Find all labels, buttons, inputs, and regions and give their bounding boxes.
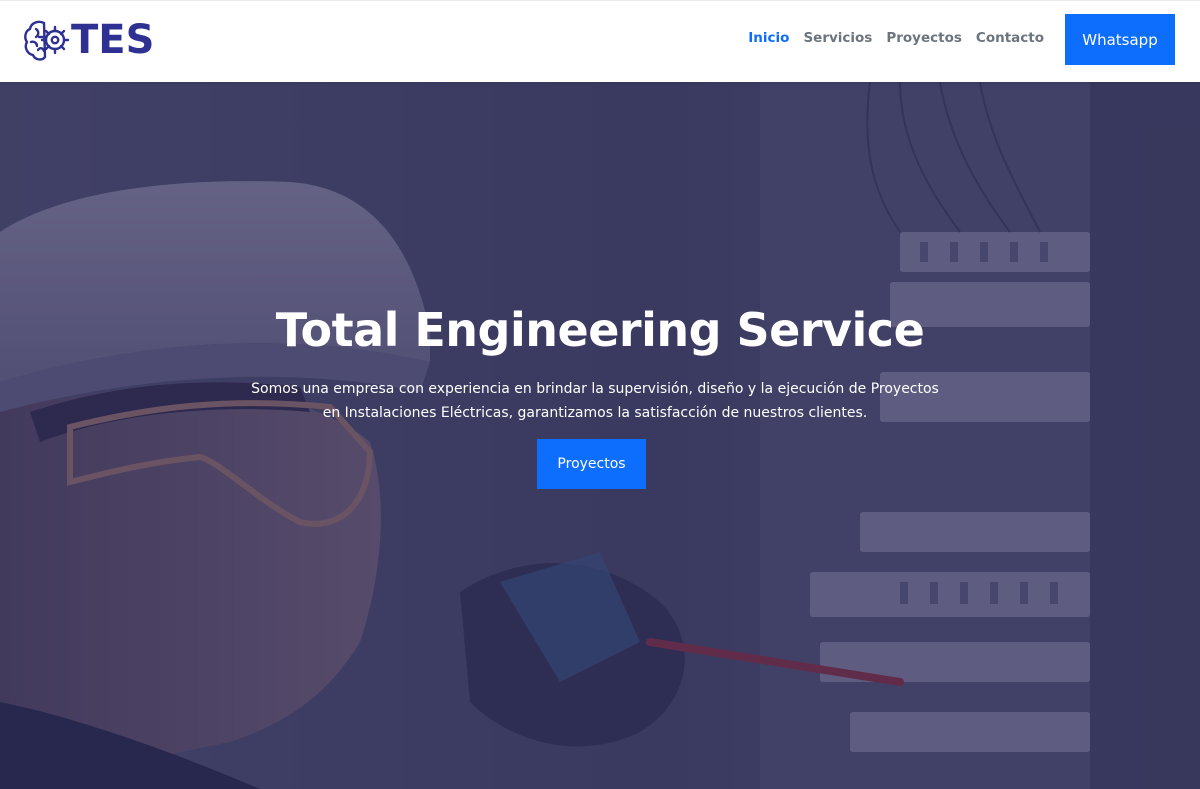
nav-link-proyectos[interactable]: Proyectos: [886, 30, 962, 46]
brain-gear-icon: [24, 20, 70, 61]
hero-description: Somos una empresa con experiencia en bri…: [251, 381, 939, 421]
proyectos-button[interactable]: Proyectos: [537, 439, 646, 489]
hero-section: Total Engineering Service Somos una empr…: [0, 82, 1200, 789]
navbar: TES Inicio Servicios Proyectos Contacto …: [0, 0, 1200, 82]
nav-link-contacto[interactable]: Contacto: [976, 30, 1044, 46]
brand-logo[interactable]: TES: [22, 17, 154, 63]
main-nav: Inicio Servicios Proyectos Contacto: [748, 30, 1044, 46]
hero-title: Total Engineering Service: [275, 303, 925, 357]
brand-text: TES: [71, 17, 155, 63]
nav-link-inicio[interactable]: Inicio: [748, 30, 789, 46]
nav-link-servicios[interactable]: Servicios: [803, 30, 872, 46]
hero-overlay: [0, 82, 1200, 789]
whatsapp-button[interactable]: Whatsapp: [1065, 14, 1175, 65]
